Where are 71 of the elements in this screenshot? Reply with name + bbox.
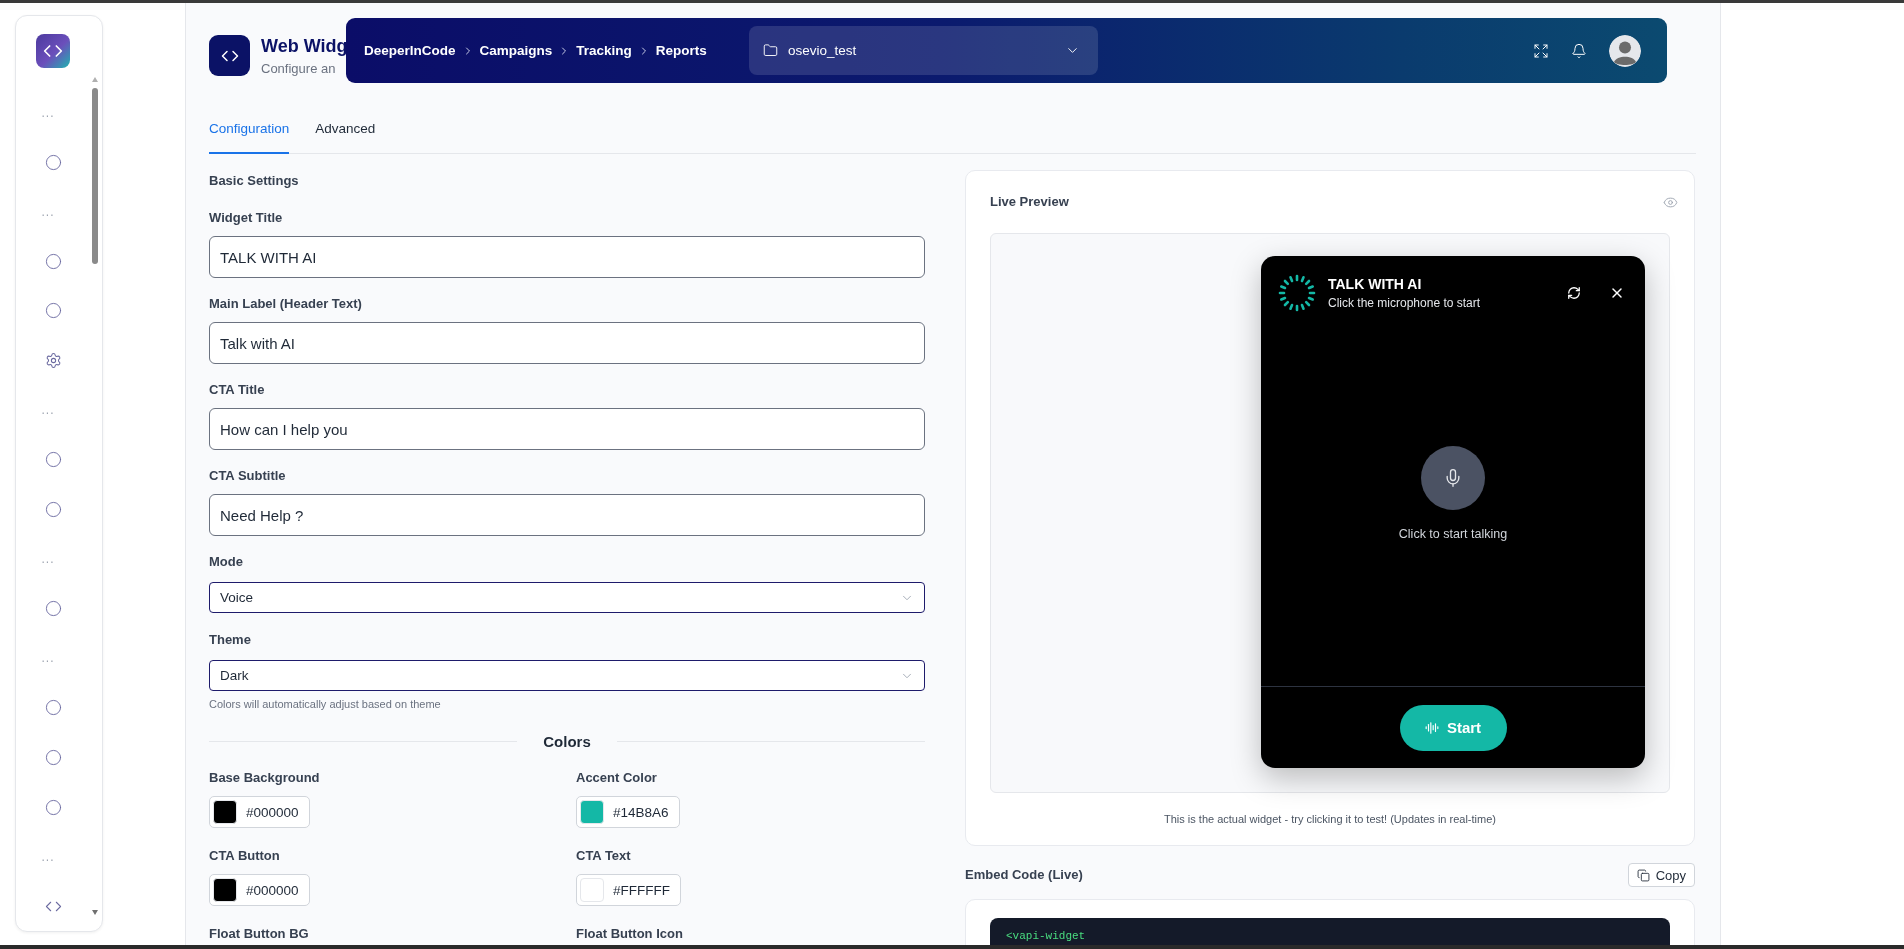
section-label: ... [41,204,55,219]
copy-button[interactable]: Copy [1627,863,1695,887]
code-logo-icon[interactable] [36,34,70,68]
field-label: Float Button Icon [576,926,684,942]
text-field[interactable]: Need Help ? [209,494,925,536]
project-select[interactable]: osevio_test [749,26,1098,75]
close-icon[interactable] [1609,285,1625,301]
text-field[interactable]: Talk with AI [209,322,925,364]
page-subtitle: Configure an [261,60,337,76]
select-field[interactable]: Voice [209,582,925,613]
section-heading: Colors [543,732,591,750]
chat-widget[interactable]: TALK WITH AI Click the microphone to start Click to start talking Start [1261,256,1645,768]
color-field[interactable]: #FFFFFF [576,874,681,906]
field-label: CTA Subtitle [209,468,287,484]
text-field[interactable]: TALK WITH AI [209,236,925,278]
section-label: ... [41,552,55,566]
breadcrumb-link[interactable]: Campaigns [479,43,553,58]
tab[interactable]: Configuration [209,104,290,154]
select-field[interactable]: Dark [209,660,925,691]
breadcrumb-link[interactable]: Reports [655,43,707,58]
text-field[interactable]: How can I help you [209,408,925,450]
field-label: Theme [209,632,252,648]
circle-icon[interactable] [44,600,62,618]
page-title: Web Widg [261,35,348,57]
color-field[interactable]: #000000 [209,796,310,828]
avatar-icon[interactable] [1609,34,1641,67]
color-field[interactable]: #000000 [209,874,310,906]
section-label: ... [41,651,55,666]
code-text: <vapi-widget [1006,930,1086,942]
field-label: Accent Color [576,770,658,786]
field-label: Mode [209,554,244,570]
hint-text: Colors will automatically adjust based on theme [209,697,442,711]
field-label: Widget Title [209,210,284,226]
card-title: Live Preview [990,194,1069,210]
code-icon [209,35,250,76]
circle-icon[interactable] [44,302,62,320]
field-label: Float Button BG [209,926,310,942]
section-heading: Embed Code (Live) [965,867,1083,883]
circle-icon[interactable] [44,500,62,518]
widget-title: TALK WITH AI [1328,276,1423,292]
section-heading: Basic Settings [209,173,300,189]
tab[interactable]: Advanced [315,104,376,154]
field-label: CTA Title [209,382,266,398]
bell-icon[interactable] [1571,42,1587,59]
field-label: Base Background [209,770,321,786]
circle-icon[interactable] [44,252,62,270]
section-label: ... [41,849,55,864]
spinner-icon [1278,274,1316,312]
widget-subtitle: Click the microphone to start [1328,296,1482,310]
circle-icon[interactable] [44,699,62,717]
copy-icon [1636,868,1650,882]
circle-icon[interactable] [44,748,62,766]
folder-icon [763,43,778,58]
field-label: CTA Button [209,848,281,864]
circle-icon[interactable] [44,153,62,171]
prompt-text: Click to start talking [1398,526,1508,541]
fullscreen-icon[interactable] [1533,42,1549,59]
refresh-icon[interactable] [1567,286,1581,300]
section-label: ... [41,105,55,120]
breadcrumb-link[interactable]: Tracking [576,43,632,58]
caption-text: This is the actual widget - try clicking it to test! (Updates in real-time) [1164,813,1496,825]
settings-icon[interactable] [44,352,62,370]
field-label: Main Label (Header Text) [209,296,363,312]
eye-icon[interactable] [1663,194,1678,210]
color-field[interactable]: #14B8A6 [576,796,680,828]
audio-wave-icon [1424,720,1439,735]
field-label: CTA Text [576,848,632,864]
circle-icon[interactable] [44,798,62,816]
circle-icon[interactable] [44,451,62,469]
breadcrumb-link[interactable]: DeeperInCode [364,43,456,58]
section-label: ... [41,403,55,418]
